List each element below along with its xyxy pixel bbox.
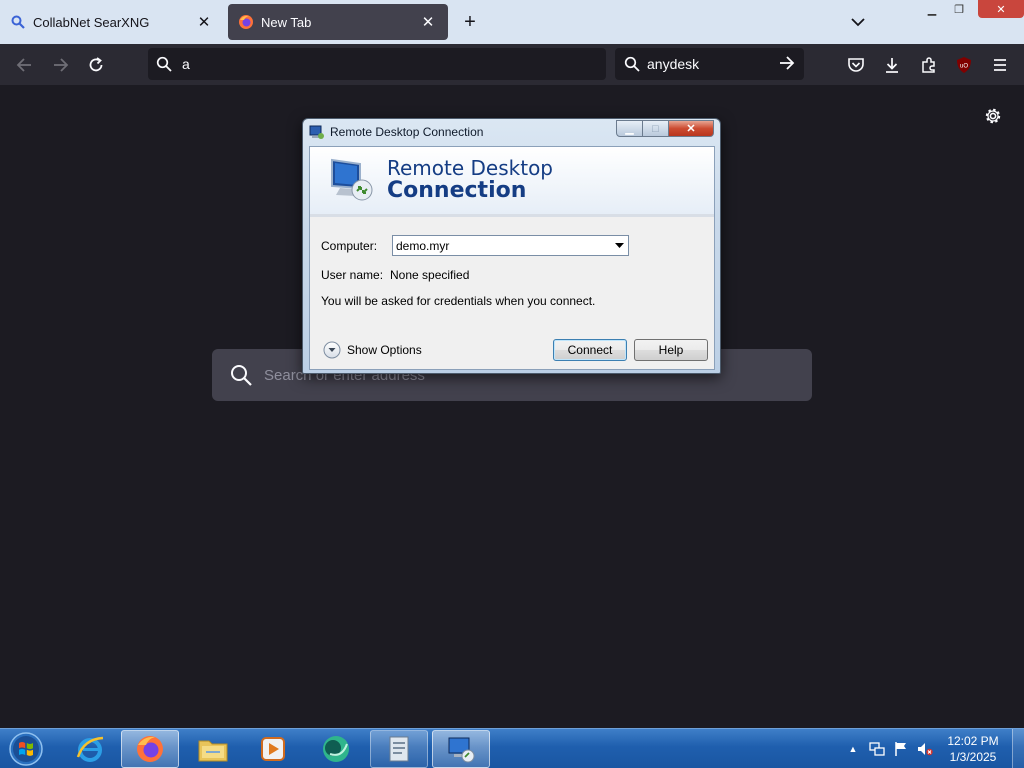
arrow-left-icon bbox=[16, 58, 31, 72]
folder-icon bbox=[198, 740, 228, 762]
reload-icon bbox=[89, 57, 103, 72]
taskbar-media-player[interactable] bbox=[244, 730, 302, 768]
connect-button[interactable]: Connect bbox=[553, 339, 627, 361]
ublock-origin-button[interactable]: uO bbox=[951, 52, 977, 78]
tab-label: New Tab bbox=[261, 14, 312, 30]
pocket-icon bbox=[848, 58, 864, 72]
notification-area: ▲ bbox=[843, 729, 939, 768]
dialog-maximize-button[interactable]: □ bbox=[643, 120, 669, 137]
username-value: None specified bbox=[390, 268, 470, 282]
search-icon bbox=[231, 365, 252, 386]
download-icon bbox=[886, 58, 898, 73]
dialog-heading-line1: Remote Desktop bbox=[387, 156, 554, 180]
clock-date: 1/3/2025 bbox=[949, 750, 997, 764]
dialog-minimize-button[interactable]: ▁ bbox=[616, 120, 643, 137]
taskbar-file-manager[interactable] bbox=[370, 730, 428, 768]
show-hidden-icons-button[interactable]: ▲ bbox=[843, 739, 863, 759]
show-options-toggle[interactable]: Show Options bbox=[323, 341, 422, 359]
search-input[interactable] bbox=[647, 56, 777, 72]
taskbar-internet-explorer[interactable] bbox=[61, 730, 119, 768]
gear-icon bbox=[985, 108, 1001, 124]
credentials-note: You will be asked for credentials when y… bbox=[321, 294, 596, 308]
action-center-flag-icon[interactable] bbox=[891, 739, 911, 759]
windows-taskbar: ▲ 12:02 PM 1/3/2025 bbox=[0, 728, 1024, 768]
pocket-button[interactable] bbox=[843, 52, 869, 78]
windows-start-orb-icon bbox=[9, 732, 43, 766]
dropdown-arrow-icon bbox=[614, 242, 624, 248]
address-input[interactable] bbox=[182, 56, 582, 72]
dialog-window-controls: ▁ □ ✕ bbox=[616, 120, 714, 137]
dialog-titlebar[interactable]: Remote Desktop Connection ▁ □ ✕ bbox=[303, 119, 720, 145]
list-all-tabs-button[interactable] bbox=[846, 10, 870, 34]
firefox-icon bbox=[137, 736, 163, 762]
search-go-button[interactable] bbox=[778, 54, 796, 77]
close-tab-icon[interactable]: ✕ bbox=[418, 12, 438, 32]
reload-button[interactable] bbox=[83, 52, 109, 78]
dialog-close-button[interactable]: ✕ bbox=[669, 120, 714, 137]
taskbar-firefox[interactable] bbox=[121, 730, 179, 768]
dialog-banner: Remote Desktop Connection bbox=[310, 147, 714, 217]
remote-desktop-icon bbox=[309, 125, 324, 139]
computer-input[interactable] bbox=[396, 238, 606, 253]
puzzle-icon bbox=[922, 57, 935, 73]
search-icon bbox=[156, 56, 172, 72]
ublock-shield-icon: uO bbox=[957, 57, 971, 73]
tab-collabnet-searxng[interactable]: CollabNet SearXNG ✕ bbox=[0, 4, 224, 40]
taskbar-clock[interactable]: 12:02 PM 1/3/2025 bbox=[940, 733, 1006, 765]
app-menu-button[interactable] bbox=[987, 52, 1013, 78]
firefox-icon bbox=[238, 14, 254, 30]
document-icon bbox=[389, 736, 409, 762]
close-tab-icon[interactable]: ✕ bbox=[194, 12, 214, 32]
hamburger-menu-icon bbox=[994, 59, 1006, 71]
new-tab-button[interactable]: + bbox=[458, 10, 482, 34]
search-icon bbox=[624, 56, 640, 72]
computer-label: Computer: bbox=[321, 239, 378, 253]
remote-desktop-dialog: Remote Desktop Connection ▁ □ ✕ Remote D… bbox=[302, 118, 721, 374]
start-button[interactable] bbox=[6, 730, 46, 768]
taskbar-windows-explorer[interactable] bbox=[184, 730, 242, 768]
minimize-window-button[interactable]: ▁ bbox=[918, 0, 946, 18]
extensions-button[interactable] bbox=[916, 52, 942, 78]
tab-label: CollabNet SearXNG bbox=[33, 14, 150, 30]
media-player-icon bbox=[261, 737, 285, 761]
forward-button[interactable] bbox=[48, 52, 74, 78]
taskbar-anydesk-app[interactable] bbox=[307, 730, 365, 768]
username-label: User name: bbox=[321, 268, 384, 282]
computer-combobox[interactable] bbox=[392, 235, 629, 256]
close-window-button[interactable]: ✕ bbox=[978, 0, 1024, 18]
tab-strip: CollabNet SearXNG ✕ New Tab ✕ + ▁ ❐ ✕ bbox=[0, 0, 1024, 44]
remote-desktop-logo-icon bbox=[331, 158, 373, 201]
expand-chevron-icon bbox=[323, 341, 341, 359]
tab-new-tab[interactable]: New Tab ✕ bbox=[228, 4, 448, 40]
taskbar-remote-desktop[interactable] bbox=[432, 730, 490, 768]
internet-explorer-icon bbox=[76, 736, 104, 762]
arrow-right-icon bbox=[780, 56, 795, 70]
clock-time: 12:02 PM bbox=[947, 734, 999, 748]
show-desktop-button[interactable] bbox=[1012, 729, 1024, 768]
help-button[interactable]: Help bbox=[634, 339, 708, 361]
back-button[interactable] bbox=[11, 52, 37, 78]
show-options-label: Show Options bbox=[347, 343, 422, 357]
dialog-heading-line2: Connection bbox=[387, 178, 527, 203]
downloads-button[interactable] bbox=[879, 52, 905, 78]
arrow-right-icon bbox=[54, 58, 69, 72]
chevron-down-icon bbox=[851, 18, 865, 27]
remote-desktop-icon bbox=[448, 737, 475, 763]
anydesk-app-icon bbox=[323, 736, 349, 762]
search-icon bbox=[10, 14, 26, 30]
restore-window-button[interactable]: ❐ bbox=[946, 0, 972, 18]
dialog-title: Remote Desktop Connection bbox=[330, 125, 484, 139]
dialog-body: Remote Desktop Connection Computer: User… bbox=[309, 146, 715, 370]
network-icon[interactable] bbox=[867, 739, 887, 759]
address-bar[interactable] bbox=[148, 48, 606, 80]
newtab-settings-button[interactable] bbox=[982, 105, 1004, 127]
search-bar[interactable] bbox=[615, 48, 804, 80]
combobox-dropdown-button[interactable] bbox=[612, 238, 626, 253]
volume-muted-icon[interactable] bbox=[915, 739, 935, 759]
navigation-toolbar: uO bbox=[0, 44, 1024, 85]
window-controls: ▁ ❐ ✕ bbox=[918, 0, 1024, 20]
svg-text:uO: uO bbox=[960, 64, 968, 70]
